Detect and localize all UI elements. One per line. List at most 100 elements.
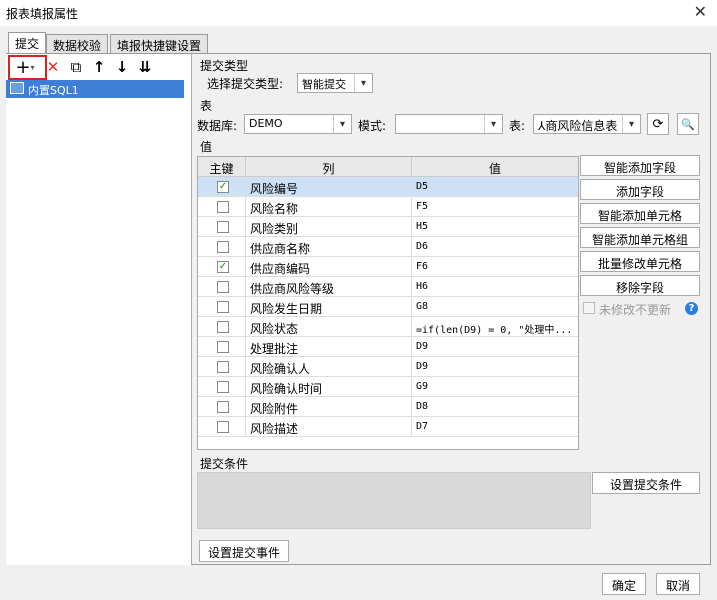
move-down-icon[interactable]: ↓ xyxy=(112,57,132,77)
cancel-button[interactable]: 取消 xyxy=(656,573,700,595)
move-up-icon[interactable]: ↑ xyxy=(89,57,109,77)
table-row[interactable]: 供应商风险等级 H6 xyxy=(198,277,578,297)
window-title: 报表填报属性 xyxy=(6,7,79,21)
sort-icon[interactable]: ⇊ xyxy=(135,57,155,77)
table-row[interactable]: 风险状态 =if(len(D9) = 0, "处理中... xyxy=(198,317,578,337)
tree-item-sql1[interactable]: 内置SQL1 xyxy=(6,80,184,98)
title-bar xyxy=(0,0,717,26)
help-icon[interactable]: ? xyxy=(685,302,698,315)
key-cell xyxy=(198,357,246,377)
key-cell xyxy=(198,417,246,437)
refresh-icon[interactable]: ⟳ xyxy=(647,113,669,135)
smart-add-cell-group-button[interactable]: 智能添加单元格组 xyxy=(580,227,700,248)
key-cell xyxy=(198,277,246,297)
primary-key-checkbox[interactable] xyxy=(217,321,229,333)
value-cell[interactable]: H5 xyxy=(412,217,578,237)
submit-type-label: 选择提交类型: xyxy=(207,77,284,91)
mode-label: 模式: xyxy=(358,119,387,133)
primary-key-checkbox[interactable] xyxy=(217,301,229,313)
table-row[interactable]: 处理批注 D9 xyxy=(198,337,578,357)
primary-key-checkbox[interactable] xyxy=(217,241,229,253)
value-cell[interactable]: H6 xyxy=(412,277,578,297)
database-value: DEMO xyxy=(249,117,283,130)
column-cell[interactable]: 风险编号 xyxy=(246,177,412,197)
column-cell[interactable]: 风险确认时间 xyxy=(246,377,412,397)
table-row[interactable]: 风险附件 D8 xyxy=(198,397,578,417)
column-cell[interactable]: 风险名称 xyxy=(246,197,412,217)
value-cell[interactable]: D9 xyxy=(412,357,578,377)
value-cell[interactable]: D9 xyxy=(412,337,578,357)
add-field-button[interactable]: 添加字段 xyxy=(580,179,700,200)
key-cell xyxy=(198,237,246,257)
key-cell xyxy=(198,337,246,357)
copy-icon[interactable]: ⧉ xyxy=(66,57,86,77)
primary-key-checkbox[interactable] xyxy=(217,381,229,393)
value-cell[interactable]: D8 xyxy=(412,397,578,417)
value-cell[interactable]: D5 xyxy=(412,177,578,197)
column-cell[interactable]: 供应商名称 xyxy=(246,237,412,257)
value-cell[interactable]: F5 xyxy=(412,197,578,217)
tab-shortcut-settings[interactable]: 填报快捷键设置 xyxy=(110,34,209,54)
primary-key-checkbox[interactable] xyxy=(217,401,229,413)
tab-submit[interactable]: 提交 xyxy=(8,32,47,54)
column-cell[interactable]: 风险确认人 xyxy=(246,357,412,377)
set-submit-event-button[interactable]: 设置提交事件 xyxy=(199,540,289,562)
primary-key-checkbox[interactable]: ✓ xyxy=(217,261,229,273)
column-cell[interactable]: 风险状态 xyxy=(246,317,412,337)
value-cell[interactable]: D7 xyxy=(412,417,578,437)
ok-button[interactable]: 确定 xyxy=(602,573,646,595)
tab-data-validation[interactable]: 数据校验 xyxy=(46,34,109,54)
primary-key-checkbox[interactable] xyxy=(217,341,229,353)
mode-select[interactable]: ▾ xyxy=(395,114,503,134)
value-cell[interactable]: =if(len(D9) = 0, "处理中... xyxy=(412,317,578,337)
primary-key-checkbox[interactable] xyxy=(217,421,229,433)
key-cell xyxy=(198,197,246,217)
chevron-down-icon: ▾ xyxy=(484,115,502,133)
header-key: 主键 xyxy=(198,157,246,177)
column-cell[interactable]: 风险附件 xyxy=(246,397,412,417)
set-conditions-button[interactable]: 设置提交条件 xyxy=(592,472,700,494)
table-row[interactable]: 风险名称 F5 xyxy=(198,197,578,217)
table-row[interactable]: ✓ 风险编号 D5 xyxy=(198,177,578,197)
table-row[interactable]: ✓ 供应商编码 F6 xyxy=(198,257,578,277)
unmodified-checkbox[interactable] xyxy=(583,302,595,314)
submit-type-select[interactable]: 智能提交 ▾ xyxy=(297,73,373,93)
table-label: 表: xyxy=(509,119,526,133)
preview-icon[interactable]: 🔍 xyxy=(677,113,699,135)
conditions-area[interactable] xyxy=(197,472,591,529)
values-section-label: 值 xyxy=(200,140,213,154)
submit-type-value: 智能提交 xyxy=(302,78,346,91)
value-cell[interactable]: D6 xyxy=(412,237,578,257)
table-row[interactable]: 风险类别 H5 xyxy=(198,217,578,237)
column-cell[interactable]: 处理批注 xyxy=(246,337,412,357)
value-cell[interactable]: G9 xyxy=(412,377,578,397)
smart-add-field-button[interactable]: 智能添加字段 xyxy=(580,155,700,176)
table-row[interactable]: 风险发生日期 G8 xyxy=(198,297,578,317)
column-cell[interactable]: 风险描述 xyxy=(246,417,412,437)
column-cell[interactable]: 供应商编码 xyxy=(246,257,412,277)
smart-add-cell-button[interactable]: 智能添加单元格 xyxy=(580,203,700,224)
value-cell[interactable]: G8 xyxy=(412,297,578,317)
primary-key-checkbox[interactable] xyxy=(217,221,229,233)
table-row[interactable]: 风险确认人 D9 xyxy=(198,357,578,377)
table-row[interactable]: 风险描述 D7 xyxy=(198,417,578,437)
value-cell[interactable]: F6 xyxy=(412,257,578,277)
primary-key-checkbox[interactable]: ✓ xyxy=(217,181,229,193)
close-icon[interactable]: ✕ xyxy=(694,2,707,21)
header-value: 值 xyxy=(412,157,578,177)
column-cell[interactable]: 供应商风险等级 xyxy=(246,277,412,297)
primary-key-checkbox[interactable] xyxy=(217,281,229,293)
remove-field-button[interactable]: 移除字段 xyxy=(580,275,700,296)
table-select[interactable]: ⅄商风险信息表 ▾ xyxy=(533,114,641,134)
key-cell xyxy=(198,217,246,237)
column-cell[interactable]: 风险类别 xyxy=(246,217,412,237)
primary-key-checkbox[interactable] xyxy=(217,201,229,213)
batch-modify-cells-button[interactable]: 批量修改单元格 xyxy=(580,251,700,272)
database-select[interactable]: DEMO ▾ xyxy=(244,114,352,134)
key-cell xyxy=(198,377,246,397)
key-cell xyxy=(198,297,246,317)
primary-key-checkbox[interactable] xyxy=(217,361,229,373)
table-row[interactable]: 风险确认时间 G9 xyxy=(198,377,578,397)
column-cell[interactable]: 风险发生日期 xyxy=(246,297,412,317)
table-row[interactable]: 供应商名称 D6 xyxy=(198,237,578,257)
